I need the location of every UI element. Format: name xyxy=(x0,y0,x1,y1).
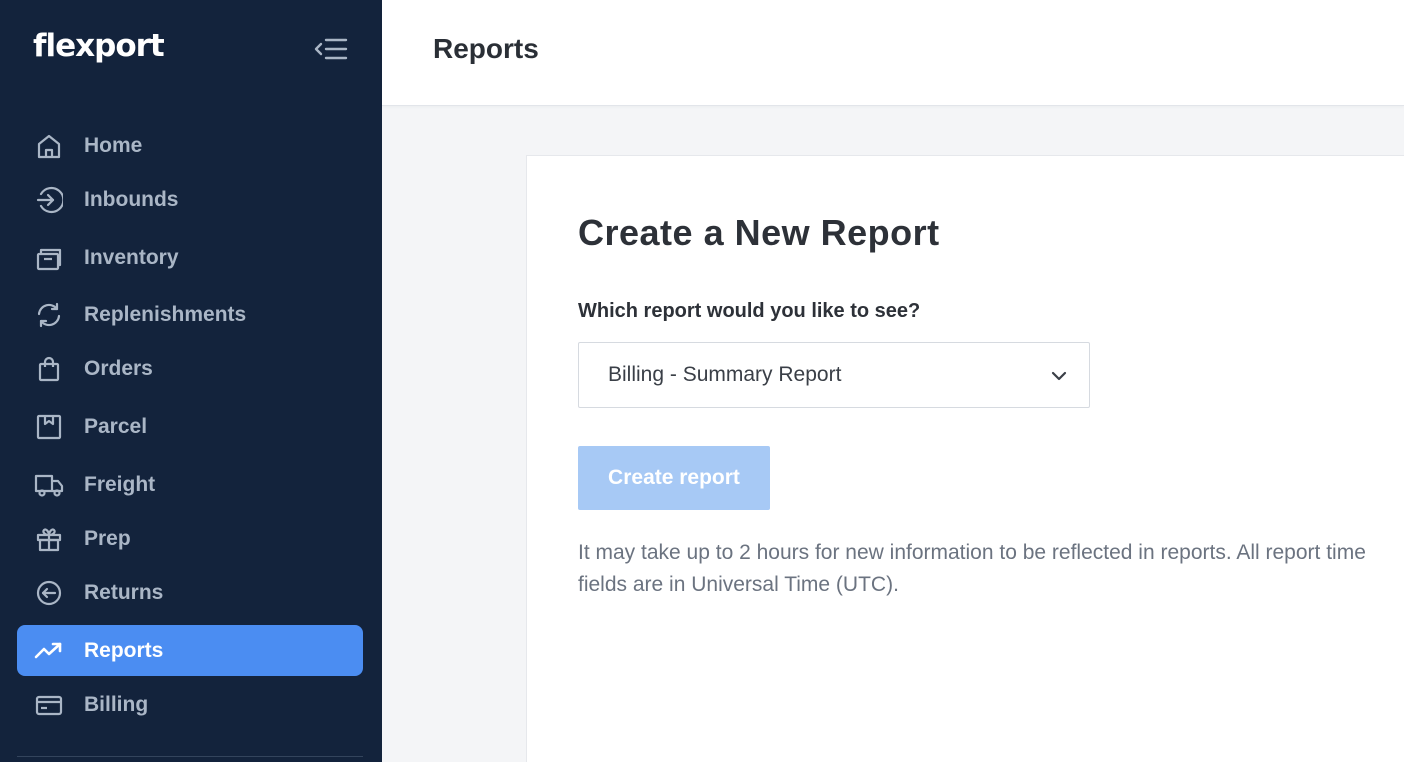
truck-icon xyxy=(34,470,64,500)
sidebar-item-label: Inventory xyxy=(84,245,179,269)
credit-card-icon xyxy=(34,690,64,720)
sidebar-divider xyxy=(17,756,363,757)
create-report-button[interactable]: Create report xyxy=(578,446,770,510)
collapse-menu-icon[interactable] xyxy=(312,34,350,64)
sidebar-item-freight[interactable]: Freight xyxy=(17,459,363,510)
sidebar-item-home[interactable]: Home xyxy=(17,120,363,171)
sidebar-item-parcel[interactable]: Parcel xyxy=(17,401,363,452)
sidebar-item-reports[interactable]: Reports xyxy=(17,625,363,676)
sidebar-item-replenishments[interactable]: Replenishments xyxy=(17,289,363,340)
sidebar-item-label: Freight xyxy=(84,472,156,496)
sidebar-item-inbounds[interactable]: Inbounds xyxy=(17,174,363,225)
report-type-select-value: Billing - Summary Report xyxy=(608,363,842,386)
create-report-card: Create a New Report Which report would y… xyxy=(526,155,1404,762)
sidebar-item-label: Billing xyxy=(84,692,149,716)
sidebar-item-billing[interactable]: Billing xyxy=(17,679,363,730)
page-title: Reports xyxy=(433,33,539,64)
inbound-arrow-icon xyxy=(34,185,64,215)
sidebar-item-inventory[interactable]: Inventory xyxy=(17,232,363,283)
card-title: Create a New Report xyxy=(578,212,940,253)
app-root: flexport Home Inbounds Inventory Repleni… xyxy=(0,0,1404,762)
home-icon xyxy=(34,131,64,161)
shopping-bag-icon xyxy=(34,354,64,384)
sidebar-item-label: Inbounds xyxy=(84,187,179,211)
page-header: Reports xyxy=(382,0,1404,106)
report-select-label: Which report would you like to see? xyxy=(578,300,921,322)
report-delay-note: It may take up to 2 hours for new inform… xyxy=(578,541,1366,596)
sidebar-item-prep[interactable]: Prep xyxy=(17,513,363,564)
sidebar-item-label: Home xyxy=(84,133,143,157)
chevron-down-icon xyxy=(1049,366,1069,386)
return-arrow-icon xyxy=(34,578,64,608)
sidebar-item-orders[interactable]: Orders xyxy=(17,343,363,394)
sidebar-item-label: Reports xyxy=(84,638,164,662)
sidebar-item-label: Orders xyxy=(84,356,153,380)
inventory-box-icon xyxy=(34,243,64,273)
report-type-select[interactable]: Billing - Summary Report xyxy=(578,342,1090,408)
sidebar-item-label: Parcel xyxy=(84,414,148,438)
sidebar-item-label: Returns xyxy=(84,580,164,604)
parcel-icon xyxy=(34,412,64,442)
sidebar-item-label: Replenishments xyxy=(84,302,247,326)
brand-logo[interactable]: flexport xyxy=(33,28,165,64)
gift-icon xyxy=(34,524,64,554)
sidebar: flexport Home Inbounds Inventory Repleni… xyxy=(0,0,382,762)
trend-up-icon xyxy=(34,636,64,666)
sidebar-item-label: Prep xyxy=(84,526,131,550)
sidebar-item-returns[interactable]: Returns xyxy=(17,567,363,618)
refresh-icon xyxy=(34,300,64,330)
